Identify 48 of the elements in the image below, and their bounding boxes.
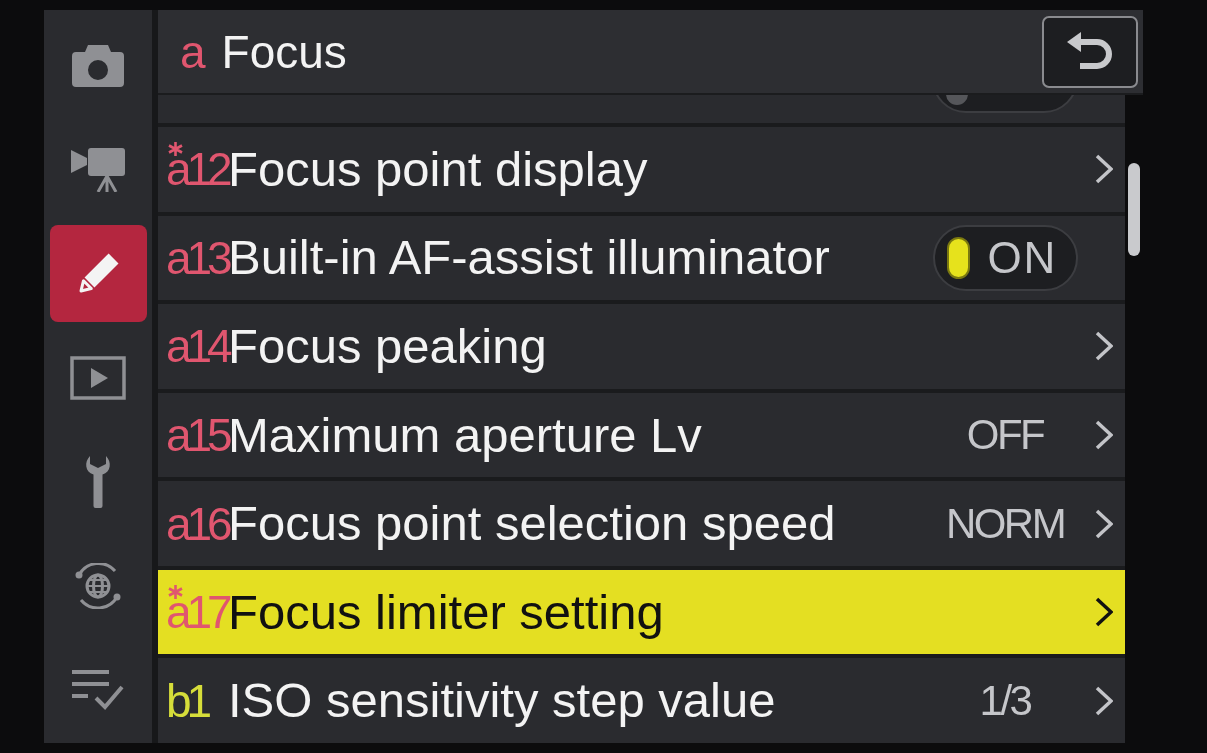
item-code: b1 xyxy=(166,674,208,727)
menu-row[interactable]: a12Focus point display xyxy=(158,127,1125,212)
item-label: Built-in AF-assist illuminator xyxy=(228,233,830,283)
menu-tab[interactable] xyxy=(72,44,124,87)
menu-tab[interactable] xyxy=(84,455,112,508)
menu-row[interactable]: a16Focus point selection speed NORM xyxy=(158,481,1125,566)
chevron-right-icon xyxy=(1095,154,1113,185)
chevron-right-icon xyxy=(1095,331,1113,362)
menu-row[interactable]: a14Focus peaking xyxy=(158,304,1125,389)
toggle-switch[interactable]: ON xyxy=(932,224,1078,291)
item-code: a12 xyxy=(166,143,228,196)
menu-row[interactable]: a13Built-in AF-assist illuminator ON xyxy=(158,215,1125,301)
item-code: a17 xyxy=(166,586,228,639)
item-label: Maximum aperture Lv xyxy=(228,410,702,460)
item-label: Focus limiter setting xyxy=(228,587,664,637)
globe-icon xyxy=(73,562,123,609)
item-value: NORM xyxy=(945,502,1065,545)
playback-icon xyxy=(70,355,126,400)
wrench-icon xyxy=(84,455,112,508)
chevron-right-icon xyxy=(1095,420,1113,450)
checklist-icon xyxy=(72,669,124,710)
menu-tab[interactable] xyxy=(49,225,147,322)
chevron-right-icon xyxy=(1095,508,1113,539)
menu-row[interactable]: a17Focus limiter setting xyxy=(158,569,1125,655)
menu-title: Focus xyxy=(221,28,347,75)
item-label: Focus point selection speed xyxy=(228,499,836,549)
menu-code: a xyxy=(180,28,206,75)
item-label: Focus peaking xyxy=(228,321,547,371)
menu-tab[interactable] xyxy=(70,355,126,400)
movie-camera-icon xyxy=(71,147,125,192)
menu-tab[interactable] xyxy=(72,669,124,710)
item-code: a14 xyxy=(166,320,228,373)
menu-tab[interactable] xyxy=(71,147,125,192)
back-button[interactable] xyxy=(1042,15,1138,88)
menu-tab[interactable] xyxy=(73,562,123,609)
chevron-right-icon xyxy=(1095,685,1113,716)
item-label: Focus point display xyxy=(228,144,648,194)
item-code: a15 xyxy=(166,409,228,461)
item-code: a16 xyxy=(166,497,228,550)
item-value: 1/3 xyxy=(979,679,1031,722)
item-label: ISO sensitivity step value xyxy=(228,676,776,726)
camera-icon xyxy=(72,44,124,87)
chevron-right-icon xyxy=(1095,597,1113,628)
item-value: OFF xyxy=(966,414,1044,456)
return-arrow-icon xyxy=(1067,31,1113,72)
menu-row[interactable]: b1 ISO sensitivity step value 1/3 xyxy=(158,658,1125,744)
menu-row[interactable]: a15Maximum aperture Lv OFF xyxy=(158,392,1125,478)
item-code: a13 xyxy=(166,231,228,284)
